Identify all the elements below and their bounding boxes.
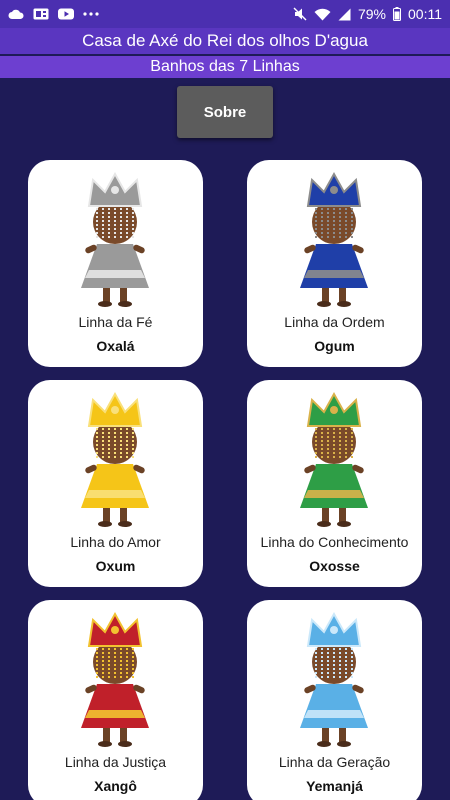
mute-icon (293, 7, 307, 21)
more-dots-icon (83, 12, 99, 16)
card-orixa-name: Xangô (94, 778, 137, 794)
youtube-icon (58, 8, 74, 20)
yemanja-illustration-icon (247, 606, 422, 754)
battery-percent: 79% (357, 6, 386, 22)
clock: 00:11 (408, 6, 442, 22)
card-orixa-name: Oxalá (96, 338, 135, 354)
status-left (8, 8, 99, 20)
orixa-card-oxosse[interactable]: Linha do Conhecimento Oxosse (247, 380, 422, 587)
orixa-card-yemanja[interactable]: Linha da Geração Yemanjá (247, 600, 422, 800)
oxala-illustration-icon (28, 166, 203, 314)
card-line-label: Linha da Justiça (64, 754, 167, 770)
orixa-card-xango[interactable]: Linha da Justiça Xangô (28, 600, 203, 800)
app-title: Casa de Axé do Rei dos olhos D'agua (0, 28, 450, 54)
card-orixa-name: Yemanjá (306, 778, 363, 794)
wifi-icon (314, 8, 331, 21)
sim-card-icon (33, 8, 49, 20)
orixa-card-oxala[interactable]: Linha da Fé Oxalá (28, 160, 203, 367)
subtitle: Banhos das 7 Linhas (0, 56, 450, 78)
oxum-illustration-icon (28, 386, 203, 534)
sobre-button[interactable]: Sobre (177, 86, 273, 138)
card-line-label: Linha da Ordem (284, 314, 385, 330)
card-line-label: Linha da Geração (278, 754, 391, 770)
card-line-label: Linha do Amor (70, 534, 161, 550)
card-orixa-name: Oxum (95, 558, 136, 574)
card-orixa-name: Ogum (314, 338, 355, 354)
orixa-card-oxum[interactable]: Linha do Amor Oxum (28, 380, 203, 587)
card-orixa-name: Oxosse (309, 558, 360, 574)
oxosse-illustration-icon (247, 386, 422, 534)
orixa-card-ogum[interactable]: Linha da Ordem Ogum (247, 160, 422, 367)
battery-icon (393, 7, 401, 21)
ogum-illustration-icon (247, 166, 422, 314)
signal-icon (338, 8, 351, 21)
card-line-label: Linha do Conhecimento (260, 534, 409, 550)
status-right: 79% 00:11 (293, 6, 442, 22)
xango-illustration-icon (28, 606, 203, 754)
status-bar: 79% 00:11 (0, 0, 450, 28)
cloud-icon (8, 9, 24, 20)
card-line-label: Linha da Fé (78, 314, 153, 330)
